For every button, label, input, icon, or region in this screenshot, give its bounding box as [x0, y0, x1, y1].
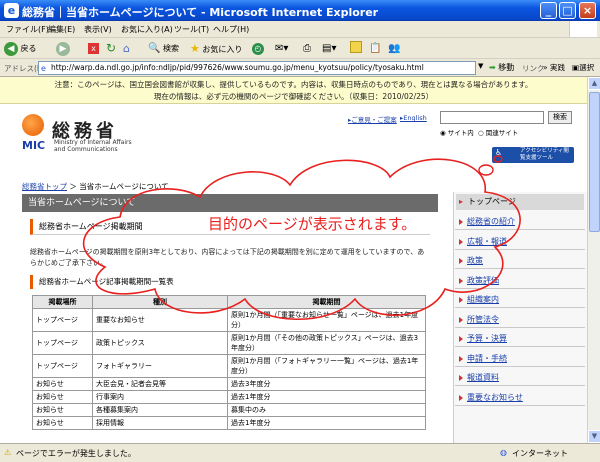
minimize-button[interactable]: _	[540, 2, 557, 19]
edit-button[interactable]: ▤▾	[322, 41, 336, 56]
messenger-button[interactable]: 👥	[388, 41, 400, 56]
links-button[interactable]: リンク	[522, 63, 545, 74]
back-button[interactable]: ◀ 戻る	[4, 41, 37, 56]
stop-icon: x	[88, 43, 99, 54]
refresh-icon: ↻	[106, 41, 117, 55]
menu-help[interactable]: ヘルプ(H)	[213, 24, 249, 35]
messenger-icon: 👥	[388, 43, 401, 54]
windows-logo-icon	[569, 21, 597, 37]
history-icon: ◴	[252, 42, 264, 55]
status-zone: インターネット	[512, 449, 568, 458]
address-bar: アドレス(D) e http://warp.da.ndl.go.jp/info:…	[0, 59, 600, 77]
window-title: 総務省｜当省ホームページについて - Microsoft Internet Ex…	[22, 6, 379, 19]
star-icon: ★	[190, 42, 200, 55]
vertical-scrollbar[interactable]: ▲ ▼	[587, 77, 600, 443]
menu-file[interactable]: ファイル(F)	[6, 24, 49, 35]
go-arrow-icon: ➡	[489, 63, 496, 72]
warning-icon: ⚠	[4, 448, 12, 457]
sentaku-button[interactable]: ▣選択	[572, 62, 594, 73]
menu-tools[interactable]: ツール(T)	[174, 24, 209, 35]
home-button[interactable]: ⌂	[123, 41, 130, 56]
print-button[interactable]: ⎙	[303, 41, 311, 56]
history-button[interactable]: ◴	[252, 41, 264, 56]
mail-icon: ✉▾	[275, 43, 289, 54]
toolbar: ◀ 戻る ▶ x ↻ ⌂ 🔍 検索 ★ お気に入り ◴ ✉▾ ⎙ ▤▾ 📋 👥	[0, 38, 600, 59]
cloud-bubble-1	[478, 164, 494, 176]
cloud-bubble-2	[493, 155, 503, 163]
favorites-button[interactable]: ★ お気に入り	[190, 41, 242, 56]
refresh-button[interactable]: ↻	[106, 41, 116, 56]
search-icon: 🔍	[148, 43, 161, 54]
annotation-cloud: 目的のページが表示されます。	[82, 155, 521, 321]
back-arrow-icon: ◀	[4, 41, 18, 56]
forward-button[interactable]: ▶	[56, 41, 70, 56]
cloud-outline	[82, 158, 521, 321]
menu-favorites[interactable]: お気に入り(A)	[121, 24, 173, 35]
page-icon: e	[41, 64, 46, 73]
internet-zone-icon: ◍	[500, 448, 507, 457]
edit-icon: ▤▾	[322, 43, 337, 54]
home-icon: ⌂	[123, 42, 130, 55]
mail-button[interactable]: ✉▾	[275, 41, 288, 56]
maximize-button[interactable]: □	[559, 2, 576, 19]
address-input[interactable]: e http://warp.da.ndl.go.jp/info:ndljp/pi…	[38, 61, 476, 75]
scroll-down-icon[interactable]: ▼	[588, 430, 600, 443]
ie-logo-icon: e	[4, 3, 19, 18]
stop-button[interactable]: x	[88, 41, 99, 56]
web-page: 注意：このページは、国立国会図書館が収集し、提供しているものです。内容は、収集日…	[0, 77, 587, 443]
menu-bar: ファイル(F) 編集(E) 表示(V) お気に入り(A) ツール(T) ヘルプ(…	[0, 21, 600, 38]
go-button[interactable]: ➡ 移動	[489, 62, 514, 73]
menu-edit[interactable]: 編集(E)	[48, 24, 75, 35]
jissen-button[interactable]: » 実践	[543, 62, 565, 73]
research-icon: 📋	[369, 43, 382, 54]
scroll-thumb[interactable]	[589, 92, 600, 232]
print-icon: ⎙	[303, 43, 311, 54]
status-message: ページでエラーが発生しました。	[16, 449, 136, 458]
discuss-button[interactable]	[350, 41, 362, 56]
note-icon	[350, 41, 362, 53]
title-bar: e 総務省｜当省ホームページについて - Microsoft Internet …	[0, 0, 600, 21]
forward-arrow-icon: ▶	[56, 41, 70, 56]
research-button[interactable]: 📋	[369, 41, 381, 56]
address-dropdown-icon[interactable]: ▼	[478, 62, 483, 70]
close-button[interactable]: ×	[579, 2, 596, 19]
scroll-up-icon[interactable]: ▲	[588, 77, 600, 90]
menu-view[interactable]: 表示(V)	[84, 24, 112, 35]
search-button[interactable]: 🔍 検索	[148, 41, 179, 56]
annotation-text: 目的のページが表示されます。	[208, 216, 416, 233]
status-bar: ⚠ ページでエラーが発生しました。 ◍ インターネット	[0, 443, 600, 462]
